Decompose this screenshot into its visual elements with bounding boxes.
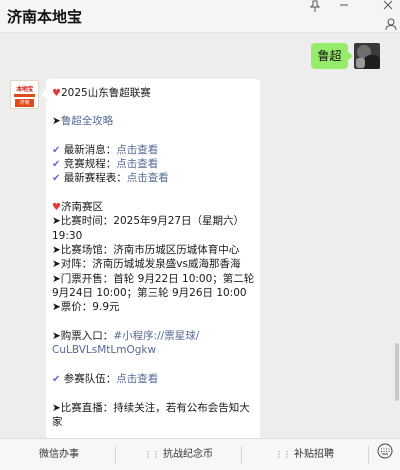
schedule-link[interactable]: 点击查看 [127,172,169,184]
teams-link[interactable]: 点击查看 [116,373,158,385]
message-line-live: ➤比赛直播：持续关注，若有公布会告知大 [52,402,250,414]
title-bar: 济南本地宝 [0,0,400,33]
menu-item-commemorative-coin[interactable]: ⋮⋮ 抗战纪念币 [116,439,241,470]
message-line-news: ✔ 最新消息：点击查看 [52,144,159,156]
heart-icon: ♥ [52,202,61,213]
message-line-venue: ➤比赛场馆：济南市历城区历城体育中心 [52,244,240,256]
message-line-matchup: ➤对阵：济南历城城发泉盛vs威海那香海 [52,258,241,270]
news-link[interactable]: 点击查看 [116,144,158,156]
bot-avatar[interactable]: 本地宝 济南 [10,80,39,109]
message-line-tickets: ➤门票开售：首轮 9月22日 10:00；第二轮 [52,273,255,285]
message-line-price: ➤票价：9.9元 [52,301,120,313]
guide-link[interactable]: 鲁超全攻略 [61,115,114,127]
menu-list-icon: ⋮⋮ [144,450,160,459]
message-line-guide: ➤鲁超全攻略 [52,115,114,127]
message-line-purchase-cont: CuLBVLsMtLmOgkw [52,343,156,357]
check-icon: ✔ [52,145,61,156]
message-line-tickets-cont: 9月24日 10:00；第三轮 9月26日 10:00 [52,287,247,299]
chat-scrollbar[interactable] [395,343,399,401]
menu-list-icon: ⋮⋮ [275,450,291,459]
menu-item-subsidy-jobs[interactable]: ⋮⋮ 补贴招聘 [242,439,367,470]
avatar-logo-text: 本地宝 [16,86,33,93]
check-icon: ✔ [52,173,61,184]
message-line-rules: ✔ 竞赛规程：点击查看 [52,158,159,170]
check-icon: ✔ [52,159,61,170]
message-line-schedule: ✔ 最新赛程表：点击查看 [52,172,169,184]
close-icon[interactable] [379,0,397,14]
message-line-live-cont: 家 [52,416,63,428]
pin-icon[interactable] [306,0,324,14]
message-line-purchase: ➤购票入口：#小程序://票星球/ [52,330,200,342]
message-line-time-cont: 19:30 [52,230,83,242]
window-title: 济南本地宝 [7,8,83,26]
menu-item-wechat-services[interactable]: 微信办事 [0,439,115,470]
purchase-link-cont[interactable]: CuLBVLsMtLmOgkw [52,344,156,356]
message-line-teams: ✔ 参赛队伍：点击查看 [52,373,159,385]
rules-link[interactable]: 点击查看 [116,158,158,170]
menu-divider [368,446,369,464]
user-profile-icon[interactable] [385,16,397,31]
avatar-logo-city: 济南 [15,99,34,107]
message-line-division: ♥济南赛区 [52,201,103,213]
heart-icon: ♥ [52,88,61,99]
bottom-menu: 微信办事 ⋮⋮ 抗战纪念币 ⋮⋮ 补贴招聘 [0,438,400,470]
minimize-icon[interactable] [335,0,353,14]
my-message-bubble[interactable]: 鲁超 [311,43,353,69]
message-line-time: ➤比赛时间：2025年9月27日（星期六） [52,215,245,227]
keyboard-icon[interactable] [370,439,400,470]
message-line-title: ♥2025山东鲁超联赛 [52,87,151,99]
user-avatar[interactable] [354,43,380,69]
purchase-link[interactable]: #小程序://票星球/ [113,330,199,342]
check-icon: ✔ [52,374,61,385]
